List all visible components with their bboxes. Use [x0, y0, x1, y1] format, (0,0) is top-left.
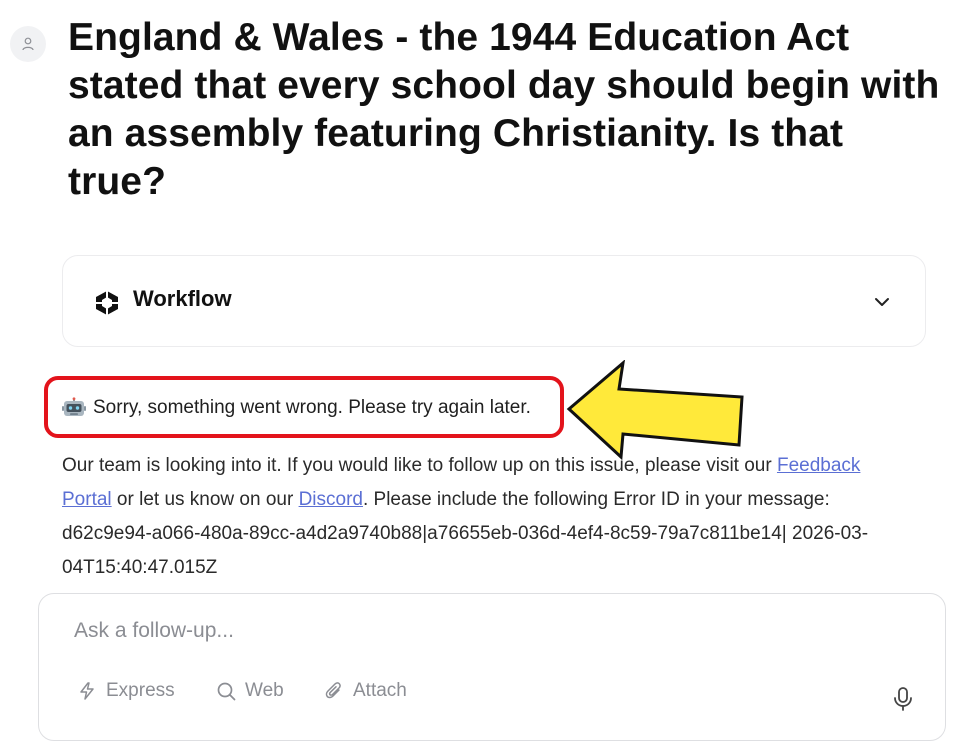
workflow-label: Workflow — [133, 286, 232, 311]
lightning-icon — [80, 682, 94, 700]
follow-up-composer: Express Web Attach — [38, 593, 946, 741]
robot-icon — [62, 397, 86, 416]
express-button[interactable]: Express — [77, 680, 175, 702]
details-text-3: . Please include the following Error ID … — [362, 489, 830, 510]
annotation-arrow — [566, 360, 744, 460]
details-text-1: Our team is looking into it. If you woul… — [62, 455, 777, 476]
workflow-panel[interactable]: Workflow — [62, 255, 926, 347]
error-id: d62c9e94-a066-480a-89cc-a4d2a9740b88|a76… — [62, 523, 869, 578]
search-icon — [217, 682, 236, 701]
error-message-text: Sorry, something went wrong. Please try … — [93, 397, 531, 418]
user-icon — [22, 37, 34, 51]
error-message: Sorry, something went wrong. Please try … — [62, 397, 531, 419]
chevron-down-icon[interactable] — [873, 293, 891, 311]
paperclip-icon — [325, 682, 341, 699]
express-label: Express — [106, 680, 175, 701]
avatar — [10, 26, 46, 62]
question-heading: England & Wales - the 1944 Education Act… — [68, 16, 940, 203]
details-text-2: or let us know on our — [111, 489, 299, 510]
microphone-icon[interactable] — [891, 686, 915, 712]
follow-up-input[interactable] — [74, 616, 874, 646]
web-button[interactable]: Web — [216, 680, 284, 702]
workflow-logo-icon — [96, 291, 118, 315]
discord-link[interactable]: Discord — [299, 489, 363, 510]
web-label: Web — [245, 680, 284, 701]
error-details: Our team is looking into it. If you woul… — [62, 449, 912, 585]
attach-button[interactable]: Attach — [324, 680, 407, 702]
attach-label: Attach — [353, 680, 407, 701]
